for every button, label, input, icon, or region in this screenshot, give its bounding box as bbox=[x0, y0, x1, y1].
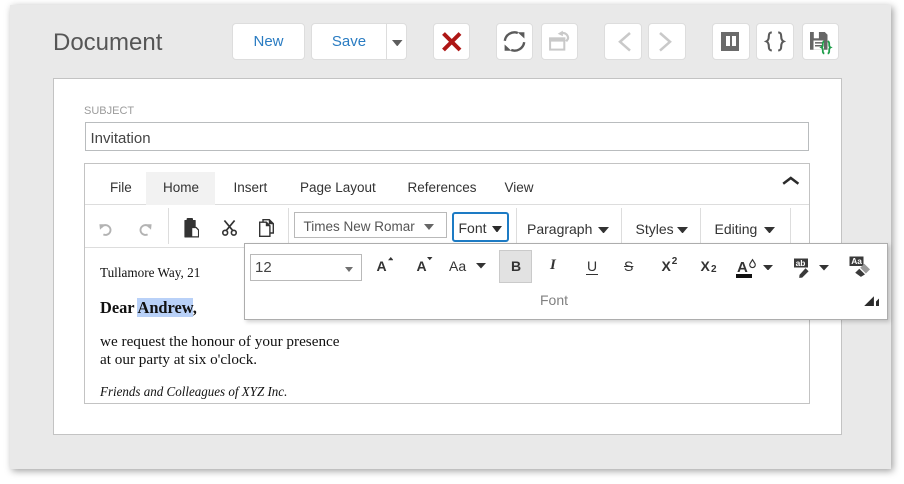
svg-text:ab: ab bbox=[796, 258, 806, 268]
svg-text:Aa: Aa bbox=[851, 256, 862, 266]
